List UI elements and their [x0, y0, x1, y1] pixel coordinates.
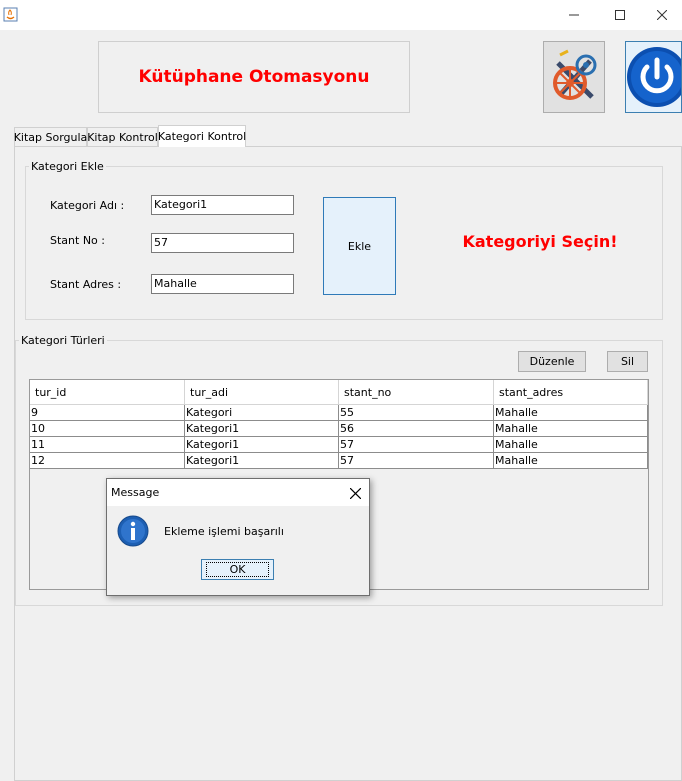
- app-title: Kütüphane Otomasyonu: [138, 67, 370, 87]
- minimize-button[interactable]: [551, 0, 597, 30]
- stant-no-field[interactable]: 57: [151, 233, 294, 253]
- java-app-icon: [3, 6, 18, 22]
- settings-button[interactable]: [543, 41, 605, 113]
- cell-stant-no: 57: [339, 453, 494, 469]
- cell-tur-id: 11: [30, 437, 185, 453]
- table-row[interactable]: 11 Kategori1 57 Mahalle: [30, 437, 648, 453]
- cell-stant-adres: Mahalle: [494, 405, 648, 421]
- stant-adres-label: Stant Adres :: [50, 278, 122, 291]
- tab-kitap-kontrol[interactable]: Kitap Kontrol: [87, 127, 158, 146]
- column-header-stant-adres[interactable]: stant_adres: [494, 380, 648, 405]
- column-header-tur-adi[interactable]: tur_adi: [185, 380, 339, 405]
- kategori-adi-field[interactable]: Kategori1: [151, 195, 294, 215]
- power-exit-button[interactable]: [625, 41, 682, 113]
- kategori-turleri-legend: Kategori Türleri: [19, 334, 107, 347]
- info-icon: [117, 515, 149, 547]
- dialog-message: Ekleme işlemi başarılı: [164, 525, 284, 538]
- close-button[interactable]: [642, 0, 682, 30]
- sil-button[interactable]: Sil: [607, 351, 648, 372]
- message-dialog: Message Ekleme işlemi başarılı OK: [106, 478, 370, 596]
- kategori-adi-label: Kategori Adı :: [50, 199, 125, 212]
- ok-button-label: OK: [205, 562, 270, 577]
- column-header-tur-id[interactable]: tur_id: [30, 380, 185, 405]
- select-category-message: Kategoriyi Seçin!: [462, 232, 618, 251]
- power-icon: [627, 47, 681, 107]
- close-icon: [349, 487, 361, 499]
- table-row[interactable]: 12 Kategori1 57 Mahalle: [30, 453, 648, 469]
- header-title-panel: Kütüphane Otomasyonu: [98, 41, 410, 113]
- cell-stant-adres: Mahalle: [494, 437, 648, 453]
- cell-stant-adres: Mahalle: [494, 421, 648, 437]
- table-row[interactable]: 9 Kategori 55 Mahalle: [30, 405, 648, 421]
- dialog-titlebar[interactable]: Message: [107, 479, 369, 506]
- cell-tur-adi: Kategori: [185, 405, 339, 421]
- cell-tur-id: 9: [30, 405, 185, 421]
- stant-no-label: Stant No :: [50, 234, 105, 247]
- table-row[interactable]: 10 Kategori1 56 Mahalle: [30, 421, 648, 437]
- dialog-title: Message: [111, 486, 160, 499]
- cell-tur-adi: Kategori1: [185, 421, 339, 437]
- close-icon: [657, 10, 667, 20]
- maximize-button[interactable]: [597, 0, 643, 30]
- cell-tur-id: 12: [30, 453, 185, 469]
- kategori-ekle-legend: Kategori Ekle: [29, 160, 106, 173]
- cell-stant-no: 56: [339, 421, 494, 437]
- column-header-stant-no[interactable]: stant_no: [339, 380, 494, 405]
- ok-button[interactable]: OK: [201, 559, 274, 580]
- cell-tur-adi: Kategori1: [185, 437, 339, 453]
- cell-stant-no: 57: [339, 437, 494, 453]
- maximize-icon: [615, 10, 625, 20]
- tab-kitap-sorgula[interactable]: Kitap Sorgula: [14, 127, 87, 146]
- cell-stant-no: 55: [339, 405, 494, 421]
- cell-tur-adi: Kategori1: [185, 453, 339, 469]
- duzenle-button[interactable]: Düzenle: [518, 351, 586, 372]
- dialog-close-button[interactable]: [345, 483, 365, 503]
- stant-adres-field[interactable]: Mahalle: [151, 274, 294, 294]
- minimize-icon: [569, 14, 579, 16]
- cell-stant-adres: Mahalle: [494, 453, 648, 469]
- cell-tur-id: 10: [30, 421, 185, 437]
- ekle-button[interactable]: Ekle: [323, 197, 396, 295]
- tab-kategori-kontrol[interactable]: Kategori Kontrol: [158, 125, 246, 147]
- window-titlebar: [0, 0, 682, 30]
- settings-wheel-icon: [553, 49, 597, 100]
